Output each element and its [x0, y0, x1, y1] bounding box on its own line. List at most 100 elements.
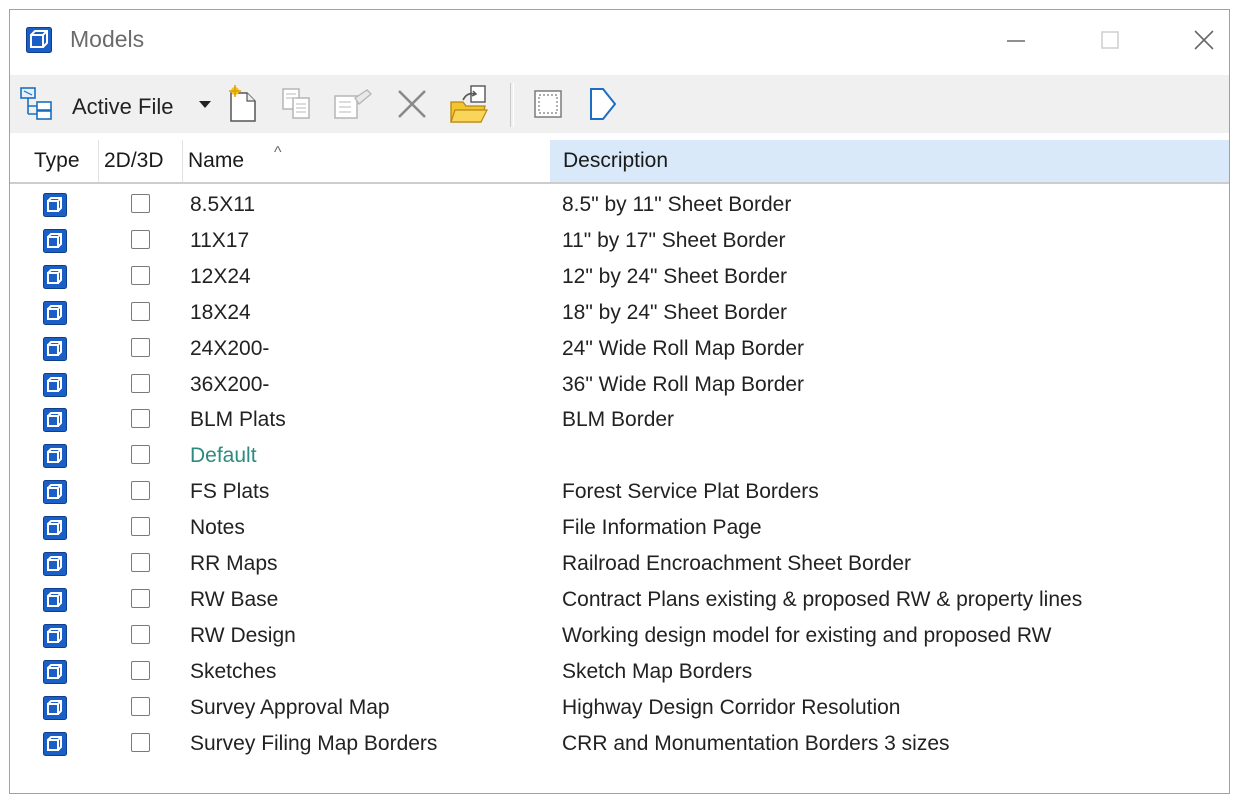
model-description: Working design model for existing and pr… [562, 623, 1052, 647]
column-header-2d3d[interactable]: 2D/3D [104, 140, 164, 182]
models-dialog: Models Active File Type 2D/3D Name ^ Des… [9, 9, 1230, 794]
model-name: RR Maps [190, 552, 278, 575]
model-type-icon [43, 731, 67, 761]
model-name: RW Design [190, 623, 296, 647]
model-description: Highway Design Corridor Resolution [562, 695, 901, 719]
model-type-icon [43, 444, 67, 473]
model-type-icon [43, 623, 67, 653]
model-name: 18X24 [190, 300, 251, 324]
model-type-icon [43, 695, 67, 725]
column-header-row: Type 2D/3D Name ^ Description [10, 140, 1229, 184]
model-description: 11" by 17" Sheet Border [562, 228, 786, 252]
toolbar: Active File [10, 75, 1229, 133]
filter-dropdown-arrow-icon[interactable] [194, 83, 216, 125]
copy-model-icon[interactable] [274, 83, 318, 125]
model-type-icon [43, 228, 67, 258]
window-title: Models [70, 26, 145, 52]
model-properties-icon[interactable] [328, 83, 378, 125]
new-model-icon[interactable] [220, 83, 264, 125]
filter-label[interactable]: Active File [72, 94, 173, 120]
table-row[interactable]: BLM Plats BLM Border [10, 403, 1229, 439]
model-type-icon [43, 300, 67, 330]
model-type-icon [43, 408, 67, 437]
sort-ascending-icon: ^ [274, 144, 282, 161]
models-app-icon [26, 27, 52, 58]
2d3d-checkbox[interactable] [131, 481, 150, 501]
select-area-icon[interactable] [526, 83, 570, 125]
2d3d-checkbox[interactable] [131, 696, 150, 716]
2d3d-checkbox[interactable] [131, 445, 150, 465]
model-name: Default [190, 444, 257, 468]
table-row[interactable]: 8.5X11 8.5" by 11" Sheet Border [10, 188, 1229, 224]
model-description: Railroad Encroachment Sheet Border [562, 552, 912, 575]
table-row[interactable]: RW Base Contract Plans existing & propose… [10, 583, 1229, 619]
2d3d-checkbox[interactable] [131, 265, 150, 285]
import-model-icon[interactable] [446, 83, 494, 125]
model-type-icon [43, 659, 67, 689]
model-description: 24" Wide Roll Map Border [562, 336, 805, 360]
model-type-icon [43, 516, 67, 545]
table-row[interactable]: Sketches Sketch Map Borders [10, 655, 1229, 691]
2d3d-checkbox[interactable] [131, 337, 150, 357]
model-name: BLM Plats [190, 408, 286, 432]
model-hierarchy-icon[interactable] [16, 83, 56, 125]
model-type-icon [43, 264, 67, 294]
model-name: Survey Approval Map [190, 695, 390, 719]
model-name: FS Plats [190, 480, 270, 504]
2d3d-checkbox[interactable] [131, 301, 150, 321]
2d3d-checkbox[interactable] [131, 229, 150, 249]
model-name: 8.5X11 [190, 193, 255, 216]
model-description: Contract Plans existing & proposed RW & … [562, 587, 1083, 611]
model-name: 12X24 [190, 264, 251, 288]
table-row[interactable]: RW Design Working design model for existi… [10, 619, 1229, 655]
maximize-button[interactable] [1082, 18, 1138, 62]
model-description: BLM Border [562, 408, 675, 432]
2d3d-checkbox[interactable] [131, 588, 150, 608]
model-description: 18" by 24" Sheet Border [562, 300, 788, 324]
column-divider[interactable] [98, 140, 99, 182]
model-type-icon [43, 193, 67, 222]
column-header-name[interactable]: Name [188, 140, 244, 182]
model-name: 36X200- [190, 372, 270, 396]
table-row[interactable]: Default [10, 439, 1229, 475]
model-type-icon [43, 372, 67, 402]
model-type-icon [43, 587, 67, 617]
2d3d-checkbox[interactable] [131, 373, 150, 393]
table-row[interactable]: Survey Approval Map Highway Design Corrid… [10, 691, 1229, 727]
minimize-button[interactable] [988, 18, 1044, 62]
table-row[interactable]: RR Maps Railroad Encroachment Sheet Borde… [10, 547, 1229, 583]
delete-model-icon[interactable] [390, 83, 434, 125]
2d3d-checkbox[interactable] [131, 732, 150, 752]
table-row[interactable]: 18X24 18" by 24" Sheet Border [10, 296, 1229, 332]
column-header-description[interactable]: Description [550, 140, 1229, 182]
2d3d-checkbox[interactable] [131, 624, 150, 644]
table-row[interactable]: 24X200- 24" Wide Roll Map Border [10, 332, 1229, 368]
model-name: Survey Filing Map Borders [190, 731, 438, 755]
model-description: 8.5" by 11" Sheet Border [562, 193, 792, 216]
model-name: Notes [190, 516, 245, 540]
table-row[interactable]: 11X17 11" by 17" Sheet Border [10, 224, 1229, 260]
column-divider[interactable] [182, 140, 183, 182]
sheet-shape-icon[interactable] [580, 83, 624, 125]
column-header-type[interactable]: Type [34, 140, 80, 182]
model-name: 11X17 [190, 228, 250, 252]
model-name: RW Base [190, 587, 279, 611]
close-button[interactable] [1176, 18, 1232, 62]
model-description: 36" Wide Roll Map Border [562, 372, 805, 396]
2d3d-checkbox[interactable] [131, 660, 150, 680]
model-name: Sketches [190, 659, 277, 683]
2d3d-checkbox[interactable] [131, 409, 150, 429]
table-row[interactable]: 36X200- 36" Wide Roll Map Border [10, 368, 1229, 404]
2d3d-checkbox[interactable] [131, 194, 150, 213]
2d3d-checkbox[interactable] [131, 553, 150, 572]
title-bar[interactable]: Models [10, 10, 1229, 70]
table-row[interactable]: 12X24 12" by 24" Sheet Border [10, 260, 1229, 296]
model-description: CRR and Monumentation Borders 3 sizes [562, 731, 950, 755]
table-row[interactable]: Notes File Information Page [10, 511, 1229, 547]
table-row[interactable]: Survey Filing Map Borders CRR and Monumen… [10, 727, 1229, 763]
model-description: 12" by 24" Sheet Border [562, 264, 788, 288]
table-row[interactable]: FS Plats Forest Service Plat Borders [10, 475, 1229, 511]
model-name: 24X200- [190, 336, 270, 360]
2d3d-checkbox[interactable] [131, 517, 150, 537]
model-description: File Information Page [562, 516, 762, 540]
